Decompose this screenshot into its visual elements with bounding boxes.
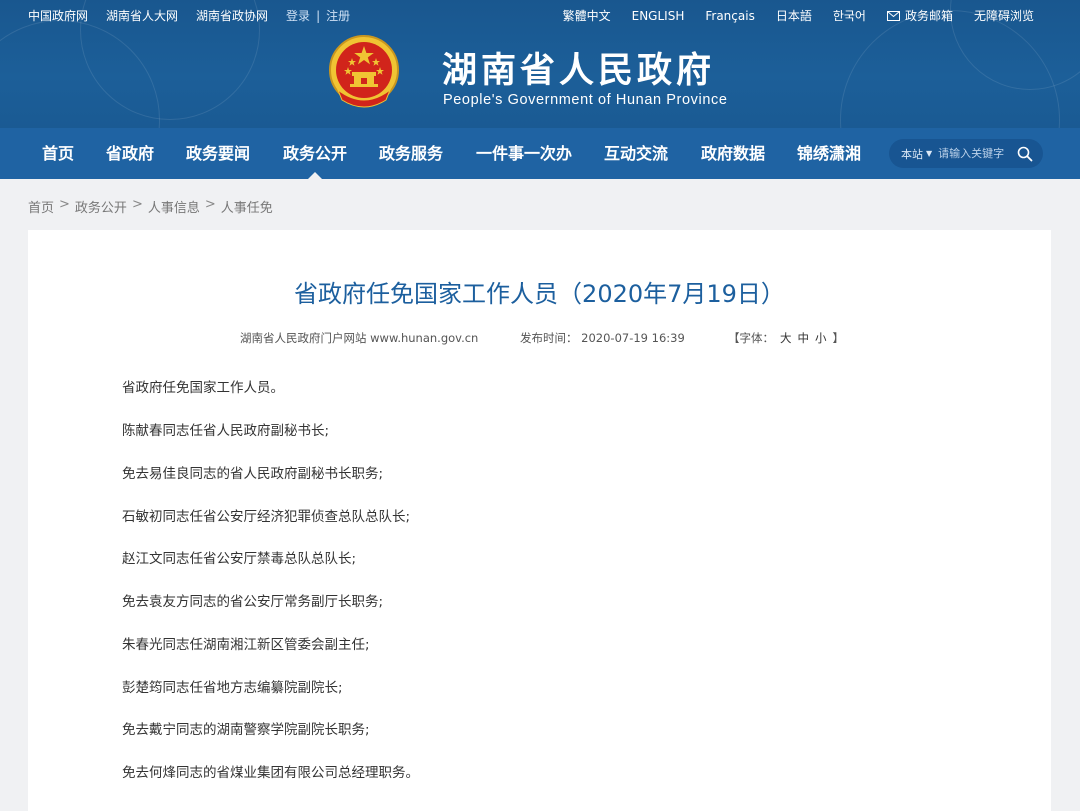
article-paragraph: 免去戴宁同志的湖南警察学院副院长职务; — [122, 722, 370, 738]
article-panel: 省政府任免国家工作人员（2020年7月19日） 湖南省人民政府门户网站 www.… — [28, 230, 1051, 811]
font-size-label: 【字体： — [728, 331, 774, 345]
login-separator: | — [316, 8, 321, 23]
dropdown-arrow-icon[interactable]: ▼ — [926, 149, 932, 158]
nav-item-gov-data[interactable]: 政府数据 — [701, 128, 765, 179]
font-medium-button[interactable]: 中 — [798, 330, 810, 346]
font-large-button[interactable]: 大 — [780, 330, 792, 346]
date-label: 发布时间： — [520, 331, 578, 345]
lang-french[interactable]: Français — [705, 9, 754, 23]
article-paragraph: 石敏初同志任省公安厅经济犯罪侦查总队总队长; — [122, 509, 411, 525]
breadcrumb-personnel-info[interactable]: 人事信息 — [148, 197, 200, 216]
font-small-button[interactable]: 小 — [815, 330, 827, 346]
lang-english[interactable]: ENGLISH — [632, 9, 685, 23]
date-value: 2020-07-19 16:39 — [581, 331, 685, 345]
site-title: 湖南省人民政府 — [442, 51, 716, 91]
site-subtitle: People's Government of Hunan Province — [443, 92, 728, 108]
article-date: 发布时间： 2020-07-19 16:39 — [520, 330, 685, 346]
link-gov-cn[interactable]: 中国政府网 — [28, 7, 88, 24]
article-paragraph: 朱春光同志任湖南湘江新区管委会副主任; — [122, 637, 370, 653]
nav-item-one-stop[interactable]: 一件事一次办 — [476, 128, 572, 179]
lang-japanese[interactable]: 日本語 — [776, 7, 812, 24]
gov-mail-link[interactable]: 政务邮箱 — [886, 7, 953, 24]
top-links-right: 繁體中文 ENGLISH Français 日本語 한국어 政务邮箱 无障碍浏览 — [563, 7, 1034, 24]
lang-traditional-chinese[interactable]: 繁體中文 — [563, 7, 611, 24]
article-paragraph: 彭楚筠同志任省地方志编纂院副院长; — [122, 680, 343, 696]
article-paragraph: 省政府任免国家工作人员。 — [122, 380, 284, 396]
search-input[interactable] — [938, 147, 1017, 160]
article-paragraph: 免去易佳良同志的省人民政府副秘书长职务; — [122, 466, 384, 482]
font-size-controls: 【字体： 大 中 小 】 — [728, 330, 844, 346]
search-icon[interactable] — [1017, 146, 1033, 162]
breadcrumb-home[interactable]: 首页 — [28, 197, 54, 216]
nav-item-home[interactable]: 首页 — [42, 128, 74, 179]
nav-item-scenic-hunan[interactable]: 锦绣潇湘 — [797, 128, 861, 179]
breadcrumb-appointments[interactable]: 人事任免 — [221, 197, 273, 216]
active-nav-indicator — [308, 172, 322, 179]
article-paragraph: 免去何烽同志的省煤业集团有限公司总经理职务。 — [122, 765, 419, 781]
breadcrumb-separator: > — [204, 197, 216, 212]
main-nav: 首页 省政府 政务要闻 政务公开 政务服务 一件事一次办 互动交流 政府数据 锦… — [0, 128, 1080, 179]
register-link[interactable]: 注册 — [326, 7, 350, 24]
login-link[interactable]: 登录 — [286, 7, 310, 24]
mail-icon — [886, 10, 900, 21]
link-hunan-cppcc[interactable]: 湖南省政协网 — [196, 7, 268, 24]
search-scope-select[interactable]: 本站 — [901, 146, 923, 162]
link-hunan-npc[interactable]: 湖南省人大网 — [106, 7, 178, 24]
breadcrumb: 首页 > 政务公开 > 人事信息 > 人事任免 — [28, 197, 273, 216]
article-paragraph: 赵江文同志任省公安厅禁毒总队总队长; — [122, 551, 357, 567]
breadcrumb-gov-affairs-open[interactable]: 政务公开 — [75, 197, 127, 216]
national-emblem-icon — [329, 35, 399, 108]
nav-item-interaction[interactable]: 互动交流 — [604, 128, 668, 179]
mail-label: 政务邮箱 — [904, 9, 953, 23]
nav-item-gov-services[interactable]: 政务服务 — [379, 128, 443, 179]
lang-korean[interactable]: 한국어 — [833, 7, 866, 24]
accessibility-link[interactable]: 无障碍浏览 — [974, 7, 1034, 24]
breadcrumb-separator: > — [131, 197, 143, 212]
article-source: 湖南省人民政府门户网站 www.hunan.gov.cn — [240, 331, 479, 345]
top-links-left: 中国政府网 湖南省人大网 湖南省政协网 登录 | 注册 — [28, 7, 350, 24]
site-header: 中国政府网 湖南省人大网 湖南省政协网 登录 | 注册 繁體中文 ENGLISH… — [0, 0, 1080, 128]
article-paragraph: 陈献春同志任省人民政府副秘书长; — [122, 423, 330, 439]
article-title: 省政府任免国家工作人员（2020年7月19日） — [294, 280, 785, 308]
breadcrumb-separator: > — [59, 197, 70, 212]
font-size-close: 】 — [832, 331, 845, 345]
nav-item-provincial-government[interactable]: 省政府 — [106, 128, 154, 179]
article-paragraph: 免去袁友方同志的省公安厅常务副厅长职务; — [122, 594, 384, 610]
nav-item-gov-news[interactable]: 政务要闻 — [186, 128, 250, 179]
site-search: 本站 ▼ — [889, 139, 1043, 168]
